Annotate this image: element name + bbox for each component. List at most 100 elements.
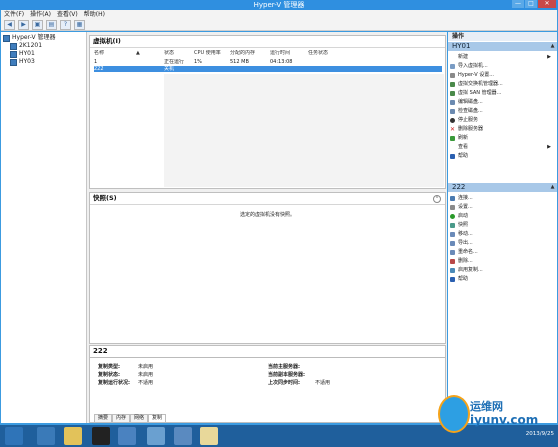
help-icon	[450, 153, 455, 159]
tab-network[interactable]: 网络	[130, 414, 149, 422]
action-import-vm[interactable]: 导入虚拟机...	[450, 62, 555, 70]
vm-memory: 512 MB	[230, 59, 249, 65]
up-folder-icon[interactable]: ▣	[32, 19, 43, 30]
action-vsan-manager[interactable]: 虚拟 SAN 管理器...	[450, 89, 555, 97]
vm-connection-icon[interactable]	[174, 427, 192, 445]
action-remove-server[interactable]: ✕ 删除服务器	[450, 125, 555, 133]
actions-section-hy01[interactable]: HY01 ▲	[448, 42, 557, 51]
help-icon[interactable]: ?	[60, 19, 71, 30]
vm-task	[308, 59, 348, 65]
col-uptime[interactable]: 运行时间	[270, 50, 308, 57]
col-cpu[interactable]: CPU 使用率	[194, 50, 230, 57]
submenu-arrow-icon: ▶	[547, 144, 551, 150]
close-button[interactable]: ✕	[538, 0, 556, 8]
hyperv-manager-icon[interactable]	[147, 427, 165, 445]
tree-item-hy01[interactable]: HY01	[10, 50, 35, 58]
details-panel: 222 复制类型: 未启用 复制状态: 未启用 复制运行状况: 不适用 当前主服…	[89, 345, 446, 423]
action-snapshot[interactable]: 快照	[450, 221, 555, 229]
watermark-logo	[438, 395, 470, 433]
vm-list-empty-area	[164, 74, 444, 187]
collapse-icon[interactable]: ⌃	[433, 195, 441, 203]
network-icon[interactable]	[118, 427, 136, 445]
action-vswitch-manager[interactable]: 虚拟交换机管理器...	[450, 80, 555, 88]
clock[interactable]: 2013/9/25	[526, 431, 554, 437]
action-export[interactable]: 导出...	[450, 239, 555, 247]
notepad-icon[interactable]	[200, 427, 218, 445]
actions-pane: 操作 HY01 ▲ 新建 ▶ 导入虚拟机... Hyper-V 设置... 虚拟交…	[448, 32, 557, 423]
col-state[interactable]: 状态	[164, 50, 194, 57]
vm-panel-title: 虚拟机(I)	[90, 36, 445, 48]
action-refresh[interactable]: 刷新	[450, 134, 555, 142]
maximize-button[interactable]: □	[525, 0, 537, 8]
server-manager-icon[interactable]	[37, 427, 55, 445]
properties-icon[interactable]: ▦	[74, 19, 85, 30]
server-icon	[10, 50, 17, 58]
tab-replication[interactable]: 复制	[148, 414, 167, 422]
actions-section-222[interactable]: 222 ▲	[448, 183, 557, 192]
terminal-icon[interactable]	[92, 427, 110, 445]
watermark-site: iyunv.com	[470, 413, 539, 427]
col-memory[interactable]: 分配的内存	[230, 50, 270, 57]
action-start[interactable]: 启动	[450, 212, 555, 220]
tab-memory[interactable]: 内存	[112, 414, 131, 422]
tree-item-hy03[interactable]: HY03	[10, 58, 35, 66]
actions-header: 操作	[448, 32, 557, 41]
server-icon	[10, 58, 17, 66]
help-icon	[450, 276, 455, 282]
menu-view[interactable]: 查看(V)	[57, 10, 78, 19]
action-stop-service[interactable]: 停止服务	[450, 116, 555, 124]
forward-icon[interactable]: ▶	[18, 19, 29, 30]
col-sort-arrow-icon: ▲	[136, 50, 140, 56]
replica-server-label: 当前副本服务器:	[268, 372, 306, 378]
action-hyperv-settings[interactable]: Hyper-V 设置...	[450, 71, 555, 79]
vm-panel: 虚拟机(I) 名称 ▲ 状态 CPU 使用率 分配的内存 运行时间 任务状态 1…	[89, 35, 446, 189]
action-settings[interactable]: 设置...	[450, 203, 555, 211]
table-row[interactable]: 222 关机	[94, 66, 442, 72]
edit-disk-icon	[450, 99, 455, 105]
watermark-brand: 运维网	[470, 400, 503, 413]
action-inspect-disk[interactable]: 检查磁盘...	[450, 107, 555, 115]
action-help-vm[interactable]: 帮助	[450, 275, 555, 283]
action-connect[interactable]: 连接...	[450, 194, 555, 202]
replication-health-label: 复制运行状况:	[98, 380, 131, 386]
vm-state: 关机	[164, 66, 175, 72]
menu-help[interactable]: 帮助(H)	[84, 10, 105, 19]
menu-action[interactable]: 操作(A)	[30, 10, 51, 19]
col-name[interactable]: 名称	[94, 50, 136, 57]
tree-root[interactable]: Hyper-V 管理器	[3, 34, 55, 42]
minimize-button[interactable]: —	[512, 0, 524, 8]
collapse-up-icon[interactable]: ▲	[550, 43, 555, 49]
import-icon	[450, 63, 455, 69]
vm-table-header: 名称 ▲ 状态 CPU 使用率 分配的内存 运行时间 任务状态	[94, 50, 442, 57]
table-row[interactable]: 1 正在运行 1% 512 MB 04:13:08	[94, 59, 442, 65]
navigation-tree: Hyper-V 管理器 2K1201 HY01 HY03	[1, 32, 87, 423]
blank-icon	[450, 145, 455, 150]
action-rename[interactable]: 重命名...	[450, 248, 555, 256]
details-title: 222	[90, 346, 445, 358]
back-icon[interactable]: ◀	[4, 19, 15, 30]
show-hide-tree-icon[interactable]: ▤	[46, 19, 57, 30]
action-edit-disk[interactable]: 编辑磁盘...	[450, 98, 555, 106]
action-new[interactable]: 新建 ▶	[450, 53, 555, 61]
tab-summary[interactable]: 摘要	[94, 414, 113, 422]
menu-file[interactable]: 文件(F)	[4, 10, 24, 19]
collapse-up-icon[interactable]: ▲	[550, 184, 555, 190]
last-sync-label: 上次同步时间:	[268, 380, 301, 386]
tree-item-2k1201[interactable]: 2K1201	[10, 42, 42, 50]
menu-bar: 文件(F) 操作(A) 查看(V) 帮助(H)	[1, 10, 557, 19]
replication-state-label: 复制状态:	[98, 372, 120, 378]
file-explorer-icon[interactable]	[64, 427, 82, 445]
action-view[interactable]: 查看 ▶	[450, 143, 555, 151]
action-delete[interactable]: 删除...	[450, 257, 555, 265]
start-icon[interactable]	[5, 427, 23, 445]
snapshot-panel: 快照(S) ⌃ 选定的虚拟机没有快照。	[89, 192, 446, 344]
action-move[interactable]: 移动...	[450, 230, 555, 238]
window-controls: — □ ✕	[512, 0, 556, 9]
stop-icon	[450, 117, 455, 123]
vm-cpu	[194, 66, 230, 72]
col-task[interactable]: 任务状态	[308, 50, 348, 57]
window-title: Hyper-V 管理器	[253, 1, 305, 9]
action-enable-replication[interactable]: 启用复制...	[450, 266, 555, 274]
vm-uptime: 04:13:08	[270, 59, 293, 65]
action-help[interactable]: 帮助	[450, 152, 555, 160]
